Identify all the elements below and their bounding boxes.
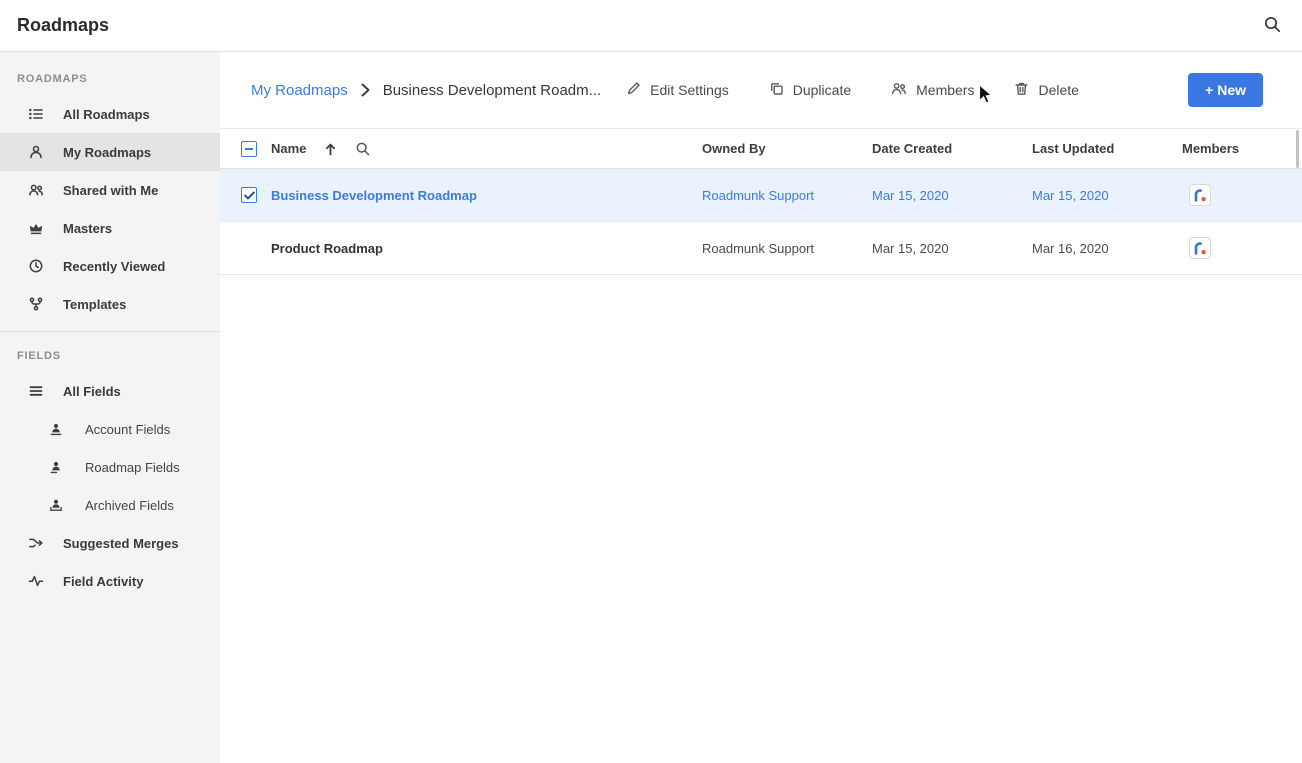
owned-by-cell: Roadmunk Support — [702, 188, 872, 203]
sidebar-item-label: My Roadmaps — [63, 145, 151, 160]
sidebar-item-label: Masters — [63, 221, 112, 236]
sidebar-item-label: Shared with Me — [63, 183, 158, 198]
sidebar-item-recently-viewed[interactable]: Recently Viewed — [0, 247, 220, 285]
sidebar-item-label: Templates — [63, 297, 126, 312]
delete-label: Delete — [1038, 82, 1078, 98]
breadcrumb-toolbar-bar: My Roadmaps Business Development Roadm..… — [220, 52, 1302, 128]
roadmap-name-link[interactable]: Product Roadmap — [271, 241, 383, 256]
select-all-cell — [241, 141, 271, 157]
list-icon — [28, 106, 44, 122]
date-created-cell: Mar 15, 2020 — [872, 188, 1032, 203]
sidebar-item-label: Roadmap Fields — [85, 460, 180, 475]
roadmap-fields-icon — [48, 460, 64, 474]
row-checkbox-cell — [241, 187, 271, 203]
last-updated-column-header[interactable]: Last Updated — [1032, 141, 1182, 156]
date-created-cell: Mar 15, 2020 — [872, 241, 1032, 256]
copy-icon — [769, 81, 784, 99]
sidebar-item-archived-fields[interactable]: Archived Fields — [0, 486, 220, 524]
new-roadmap-button[interactable]: + New — [1188, 73, 1263, 107]
crown-icon — [28, 220, 44, 236]
branch-icon — [28, 296, 44, 312]
members-icon — [891, 81, 907, 99]
sidebar-item-label: Suggested Merges — [63, 536, 179, 551]
roadmap-actions-toolbar: Edit Settings Duplicate Members — [626, 81, 1079, 99]
duplicate-button[interactable]: Duplicate — [769, 81, 851, 99]
sidebar-item-all-fields[interactable]: All Fields — [0, 372, 220, 410]
members-label: Members — [916, 82, 974, 98]
table-search-icon[interactable] — [355, 141, 370, 156]
main-content: My Roadmaps Business Development Roadm..… — [220, 52, 1302, 763]
sidebar-item-label: Archived Fields — [85, 498, 174, 513]
sidebar-item-label: All Fields — [63, 384, 121, 399]
sidebar-item-my-roadmaps[interactable]: My Roadmaps — [0, 133, 220, 171]
member-avatar[interactable] — [1189, 237, 1211, 259]
sidebar-item-all-roadmaps[interactable]: All Roadmaps — [0, 95, 220, 133]
indeterminate-dash — [245, 148, 253, 150]
sidebar-section-roadmaps-label: ROADMAPS — [0, 73, 220, 95]
global-search-button[interactable] — [1263, 15, 1281, 36]
sidebar-item-label: Account Fields — [85, 422, 170, 437]
date-created-column-header[interactable]: Date Created — [872, 141, 1032, 156]
pencil-icon — [626, 81, 641, 99]
member-avatar[interactable] — [1189, 184, 1211, 206]
sidebar-item-roadmap-fields[interactable]: Roadmap Fields — [0, 448, 220, 486]
archived-fields-icon — [48, 498, 64, 512]
delete-button[interactable]: Delete — [1014, 81, 1078, 99]
account-fields-icon — [48, 422, 64, 436]
sidebar-divider — [0, 331, 220, 332]
owned-by-cell: Roadmunk Support — [702, 241, 872, 256]
hamburger-icon — [28, 383, 44, 399]
last-updated-cell: Mar 15, 2020 — [1032, 188, 1182, 203]
clock-icon — [28, 258, 44, 274]
last-updated-cell: Mar 16, 2020 — [1032, 241, 1182, 256]
table-header-row: Name Owned By Date Created Last Updated … — [220, 128, 1302, 169]
roadmap-name-link[interactable]: Business Development Roadmap — [271, 188, 477, 203]
activity-pulse-icon — [28, 573, 44, 589]
breadcrumb-my-roadmaps-link[interactable]: My Roadmaps — [251, 82, 348, 99]
owned-by-column-header[interactable]: Owned By — [702, 141, 872, 156]
sidebar-item-masters[interactable]: Masters — [0, 209, 220, 247]
sidebar-item-field-activity[interactable]: Field Activity — [0, 562, 220, 600]
people-icon — [28, 182, 44, 198]
table-row[interactable]: Product Roadmap Roadmunk Support Mar 15,… — [220, 222, 1302, 275]
name-column-header: Name — [271, 141, 702, 156]
sort-ascending-icon[interactable] — [324, 142, 337, 156]
sidebar-item-shared-with-me[interactable]: Shared with Me — [0, 171, 220, 209]
roadmunk-logo-icon — [1192, 240, 1208, 256]
scrollbar-thumb[interactable] — [1296, 130, 1299, 168]
topbar: Roadmaps — [0, 0, 1302, 52]
search-icon — [1263, 15, 1281, 36]
sidebar-item-label: Recently Viewed — [63, 259, 165, 274]
sidebar: ROADMAPS All Roadmaps My Roadmaps Shared… — [0, 52, 220, 763]
chevron-right-icon — [361, 83, 370, 97]
members-column-header: Members — [1182, 141, 1302, 156]
sidebar-item-label: All Roadmaps — [63, 107, 150, 122]
sidebar-item-templates[interactable]: Templates — [0, 285, 220, 323]
breadcrumb-current-roadmap: Business Development Roadm... — [383, 82, 601, 99]
sidebar-item-account-fields[interactable]: Account Fields — [0, 410, 220, 448]
name-header-label[interactable]: Name — [271, 141, 306, 156]
table-row[interactable]: Business Development Roadmap Roadmunk Su… — [220, 169, 1302, 222]
sidebar-item-suggested-merges[interactable]: Suggested Merges — [0, 524, 220, 562]
edit-settings-label: Edit Settings — [650, 82, 729, 98]
members-button[interactable]: Members — [891, 81, 974, 99]
check-icon — [244, 191, 255, 200]
sidebar-item-label: Field Activity — [63, 574, 143, 589]
sidebar-section-fields-label: FIELDS — [0, 350, 220, 372]
app-title: Roadmaps — [17, 15, 109, 36]
edit-settings-button[interactable]: Edit Settings — [626, 81, 729, 99]
trash-icon — [1014, 81, 1029, 99]
select-all-checkbox[interactable] — [241, 141, 257, 157]
person-icon — [28, 144, 44, 160]
row-checkbox[interactable] — [241, 187, 257, 203]
merge-icon — [28, 535, 44, 551]
duplicate-label: Duplicate — [793, 82, 851, 98]
roadmunk-logo-icon — [1192, 187, 1208, 203]
